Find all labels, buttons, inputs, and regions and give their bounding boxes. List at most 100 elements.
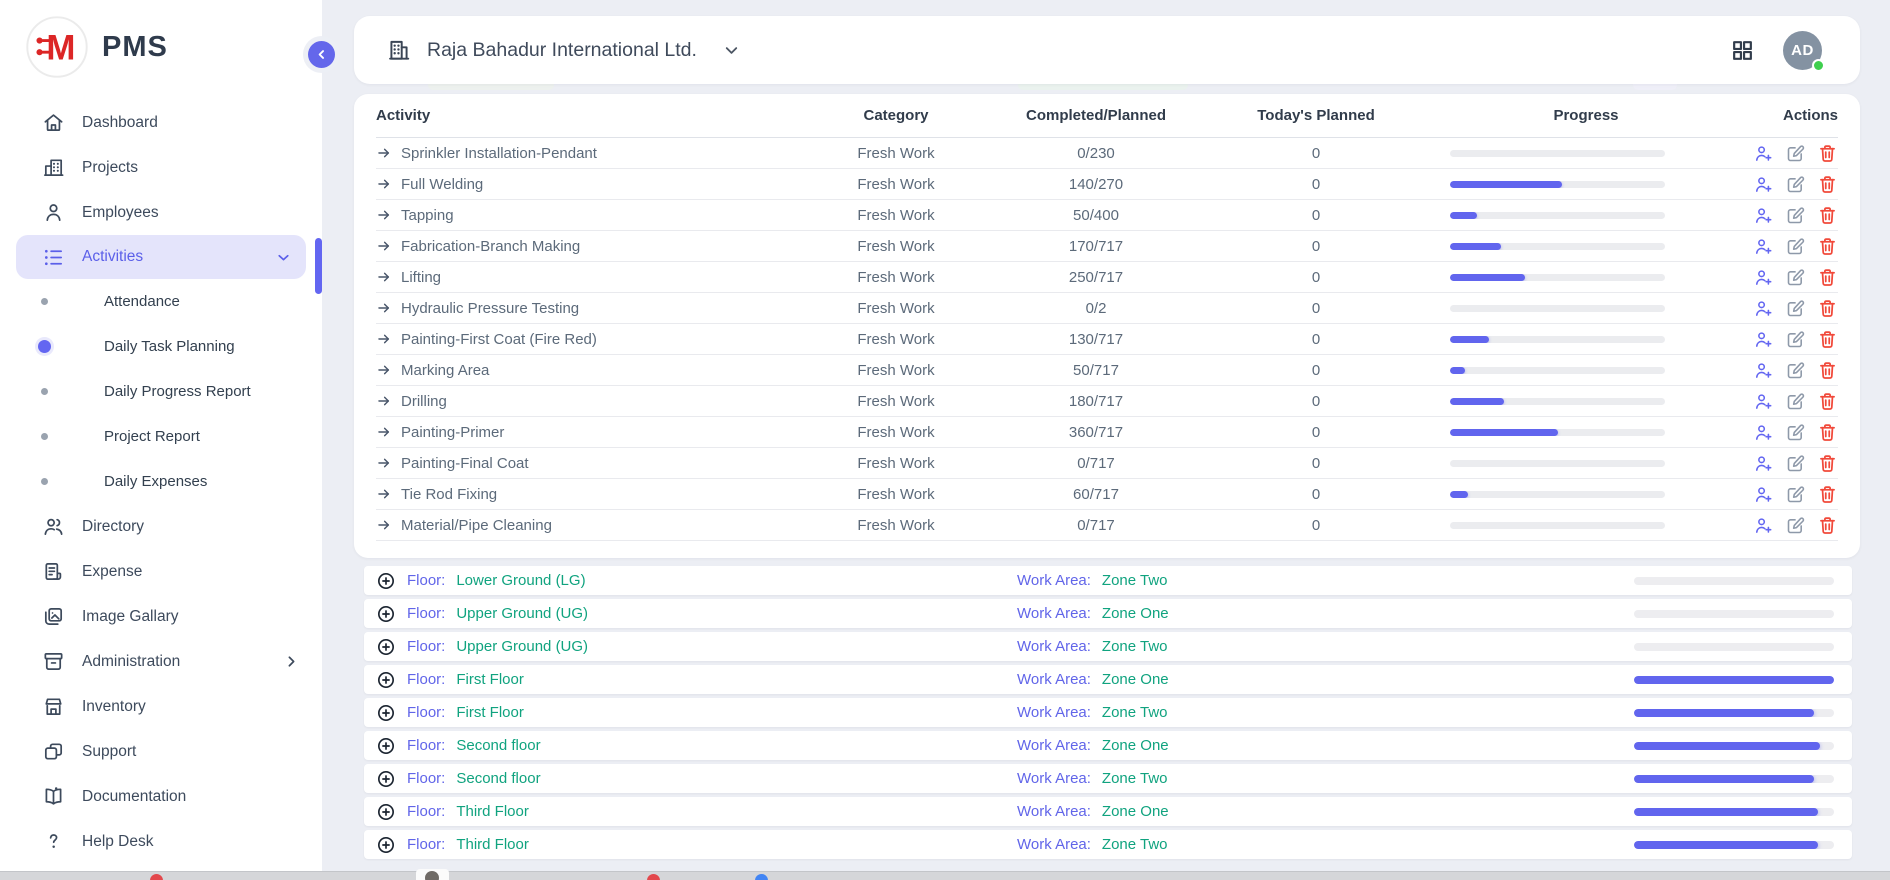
sidebar-item-expense[interactable]: Expense: [0, 549, 322, 594]
sidebar-item-employees[interactable]: Employees: [0, 190, 322, 235]
delete-button[interactable]: [1817, 453, 1838, 474]
delete-button[interactable]: [1817, 484, 1838, 505]
delete-button[interactable]: [1817, 236, 1838, 257]
apps-grid-button[interactable]: [1730, 38, 1755, 63]
assign-user-button[interactable]: [1753, 143, 1774, 164]
assign-user-button[interactable]: [1753, 174, 1774, 195]
activity-cell[interactable]: Drilling: [376, 393, 796, 410]
activity-cell[interactable]: Sprinkler Installation-Pendant: [376, 145, 796, 162]
assign-user-button[interactable]: [1753, 515, 1774, 536]
taskbar-app-icon[interactable]: [647, 874, 660, 880]
expand-floor-button[interactable]: [376, 703, 396, 723]
sidebar-subitem-daily-progress-report[interactable]: Daily Progress Report: [0, 369, 322, 414]
delete-button[interactable]: [1817, 422, 1838, 443]
delete-button[interactable]: [1817, 360, 1838, 381]
expand-floor-button[interactable]: [376, 637, 396, 657]
sidebar-item-dashboard[interactable]: Dashboard: [0, 100, 322, 145]
delete-button[interactable]: [1817, 329, 1838, 350]
activity-cell[interactable]: Fabrication-Branch Making: [376, 238, 796, 255]
company-selector[interactable]: Raja Bahadur International Ltd.: [386, 37, 741, 63]
sidebar-collapse-button[interactable]: [308, 41, 335, 68]
edit-button[interactable]: [1785, 143, 1806, 164]
activity-cell[interactable]: Full Welding: [376, 176, 796, 193]
assign-user-button[interactable]: [1753, 422, 1774, 443]
expand-floor-button[interactable]: [376, 835, 396, 855]
edit-button[interactable]: [1785, 422, 1806, 443]
progress-bar-fill: [1450, 336, 1489, 343]
edit-button[interactable]: [1785, 298, 1806, 319]
arrow-right-icon: [376, 207, 392, 223]
sidebar-subitem-daily-expenses[interactable]: Daily Expenses: [0, 459, 322, 504]
taskbar-app-icon[interactable]: [416, 869, 449, 880]
delete-button[interactable]: [1817, 267, 1838, 288]
sidebar-item-directory[interactable]: Directory: [0, 504, 322, 549]
edit-button[interactable]: [1785, 329, 1806, 350]
delete-button[interactable]: [1817, 174, 1838, 195]
edit-button[interactable]: [1785, 484, 1806, 505]
activity-cell[interactable]: Lifting: [376, 269, 796, 286]
activity-cell[interactable]: Painting-First Coat (Fire Red): [376, 331, 796, 348]
activity-cell[interactable]: Painting-Final Coat: [376, 455, 796, 472]
delete-button[interactable]: [1817, 515, 1838, 536]
sidebar-subitem-label: Attendance: [104, 293, 180, 310]
activity-cell[interactable]: Painting-Primer: [376, 424, 796, 441]
top-header: Raja Bahadur International Ltd. AD: [354, 16, 1860, 84]
edit-button[interactable]: [1785, 236, 1806, 257]
trash-icon: [1817, 205, 1838, 226]
sidebar-subitem-daily-task-planning[interactable]: Daily Task Planning: [0, 324, 322, 369]
work-area-name: Zone Two: [1102, 704, 1168, 721]
assign-user-button[interactable]: [1753, 236, 1774, 257]
activity-cell[interactable]: Tapping: [376, 207, 796, 224]
edit-button[interactable]: [1785, 515, 1806, 536]
activity-cell[interactable]: Tie Rod Fixing: [376, 486, 796, 503]
activity-cell[interactable]: Hydraulic Pressure Testing: [376, 300, 796, 317]
sidebar-item-image-gallary[interactable]: Image Gallary: [0, 594, 322, 639]
assign-user-button[interactable]: [1753, 267, 1774, 288]
sidebar-item-administration[interactable]: Administration: [0, 639, 322, 684]
sidebar-item-documentation[interactable]: Documentation: [0, 774, 322, 819]
sidebar-item-support[interactable]: Support: [0, 729, 322, 774]
assign-user-button[interactable]: [1753, 205, 1774, 226]
delete-button[interactable]: [1817, 143, 1838, 164]
sidebar-subitem-project-report[interactable]: Project Report: [0, 414, 322, 459]
expand-floor-button[interactable]: [376, 769, 396, 789]
work-area-name: Zone Two: [1102, 572, 1168, 589]
taskbar-app-icon[interactable]: [150, 874, 163, 880]
user-menu-button[interactable]: AD: [1783, 31, 1822, 70]
edit-button[interactable]: [1785, 453, 1806, 474]
delete-button[interactable]: [1817, 391, 1838, 412]
sidebar-item-help-desk[interactable]: Help Desk: [0, 819, 322, 864]
completed-planned-cell: 50/717: [996, 362, 1196, 379]
activity-cell[interactable]: Material/Pipe Cleaning: [376, 517, 796, 534]
sidebar-item-activities[interactable]: Activities: [16, 235, 306, 279]
expand-floor-button[interactable]: [376, 670, 396, 690]
edit-button[interactable]: [1785, 267, 1806, 288]
assign-user-button[interactable]: [1753, 298, 1774, 319]
expand-floor-button[interactable]: [376, 736, 396, 756]
assign-user-button[interactable]: [1753, 329, 1774, 350]
completed-planned-cell: 0/230: [996, 145, 1196, 162]
assign-user-button[interactable]: [1753, 484, 1774, 505]
assign-user-button[interactable]: [1753, 360, 1774, 381]
category-cell: Fresh Work: [796, 517, 996, 534]
sidebar-item-inventory[interactable]: Inventory: [0, 684, 322, 729]
expand-floor-button[interactable]: [376, 604, 396, 624]
grid-icon: [1730, 38, 1755, 63]
delete-button[interactable]: [1817, 298, 1838, 319]
activity-cell[interactable]: Marking Area: [376, 362, 796, 379]
edit-button[interactable]: [1785, 391, 1806, 412]
taskbar-app-icon[interactable]: [755, 874, 768, 880]
edit-button[interactable]: [1785, 174, 1806, 195]
arrow-right-icon: [376, 517, 392, 533]
assign-user-button[interactable]: [1753, 391, 1774, 412]
edit-button[interactable]: [1785, 360, 1806, 381]
sidebar-subitem-label: Daily Progress Report: [104, 383, 251, 400]
expand-floor-button[interactable]: [376, 802, 396, 822]
sidebar-scrollbar-thumb[interactable]: [315, 238, 322, 294]
assign-user-button[interactable]: [1753, 453, 1774, 474]
edit-button[interactable]: [1785, 205, 1806, 226]
delete-button[interactable]: [1817, 205, 1838, 226]
sidebar-subitem-attendance[interactable]: Attendance: [0, 279, 322, 324]
expand-floor-button[interactable]: [376, 571, 396, 591]
sidebar-item-projects[interactable]: Projects: [0, 145, 322, 190]
